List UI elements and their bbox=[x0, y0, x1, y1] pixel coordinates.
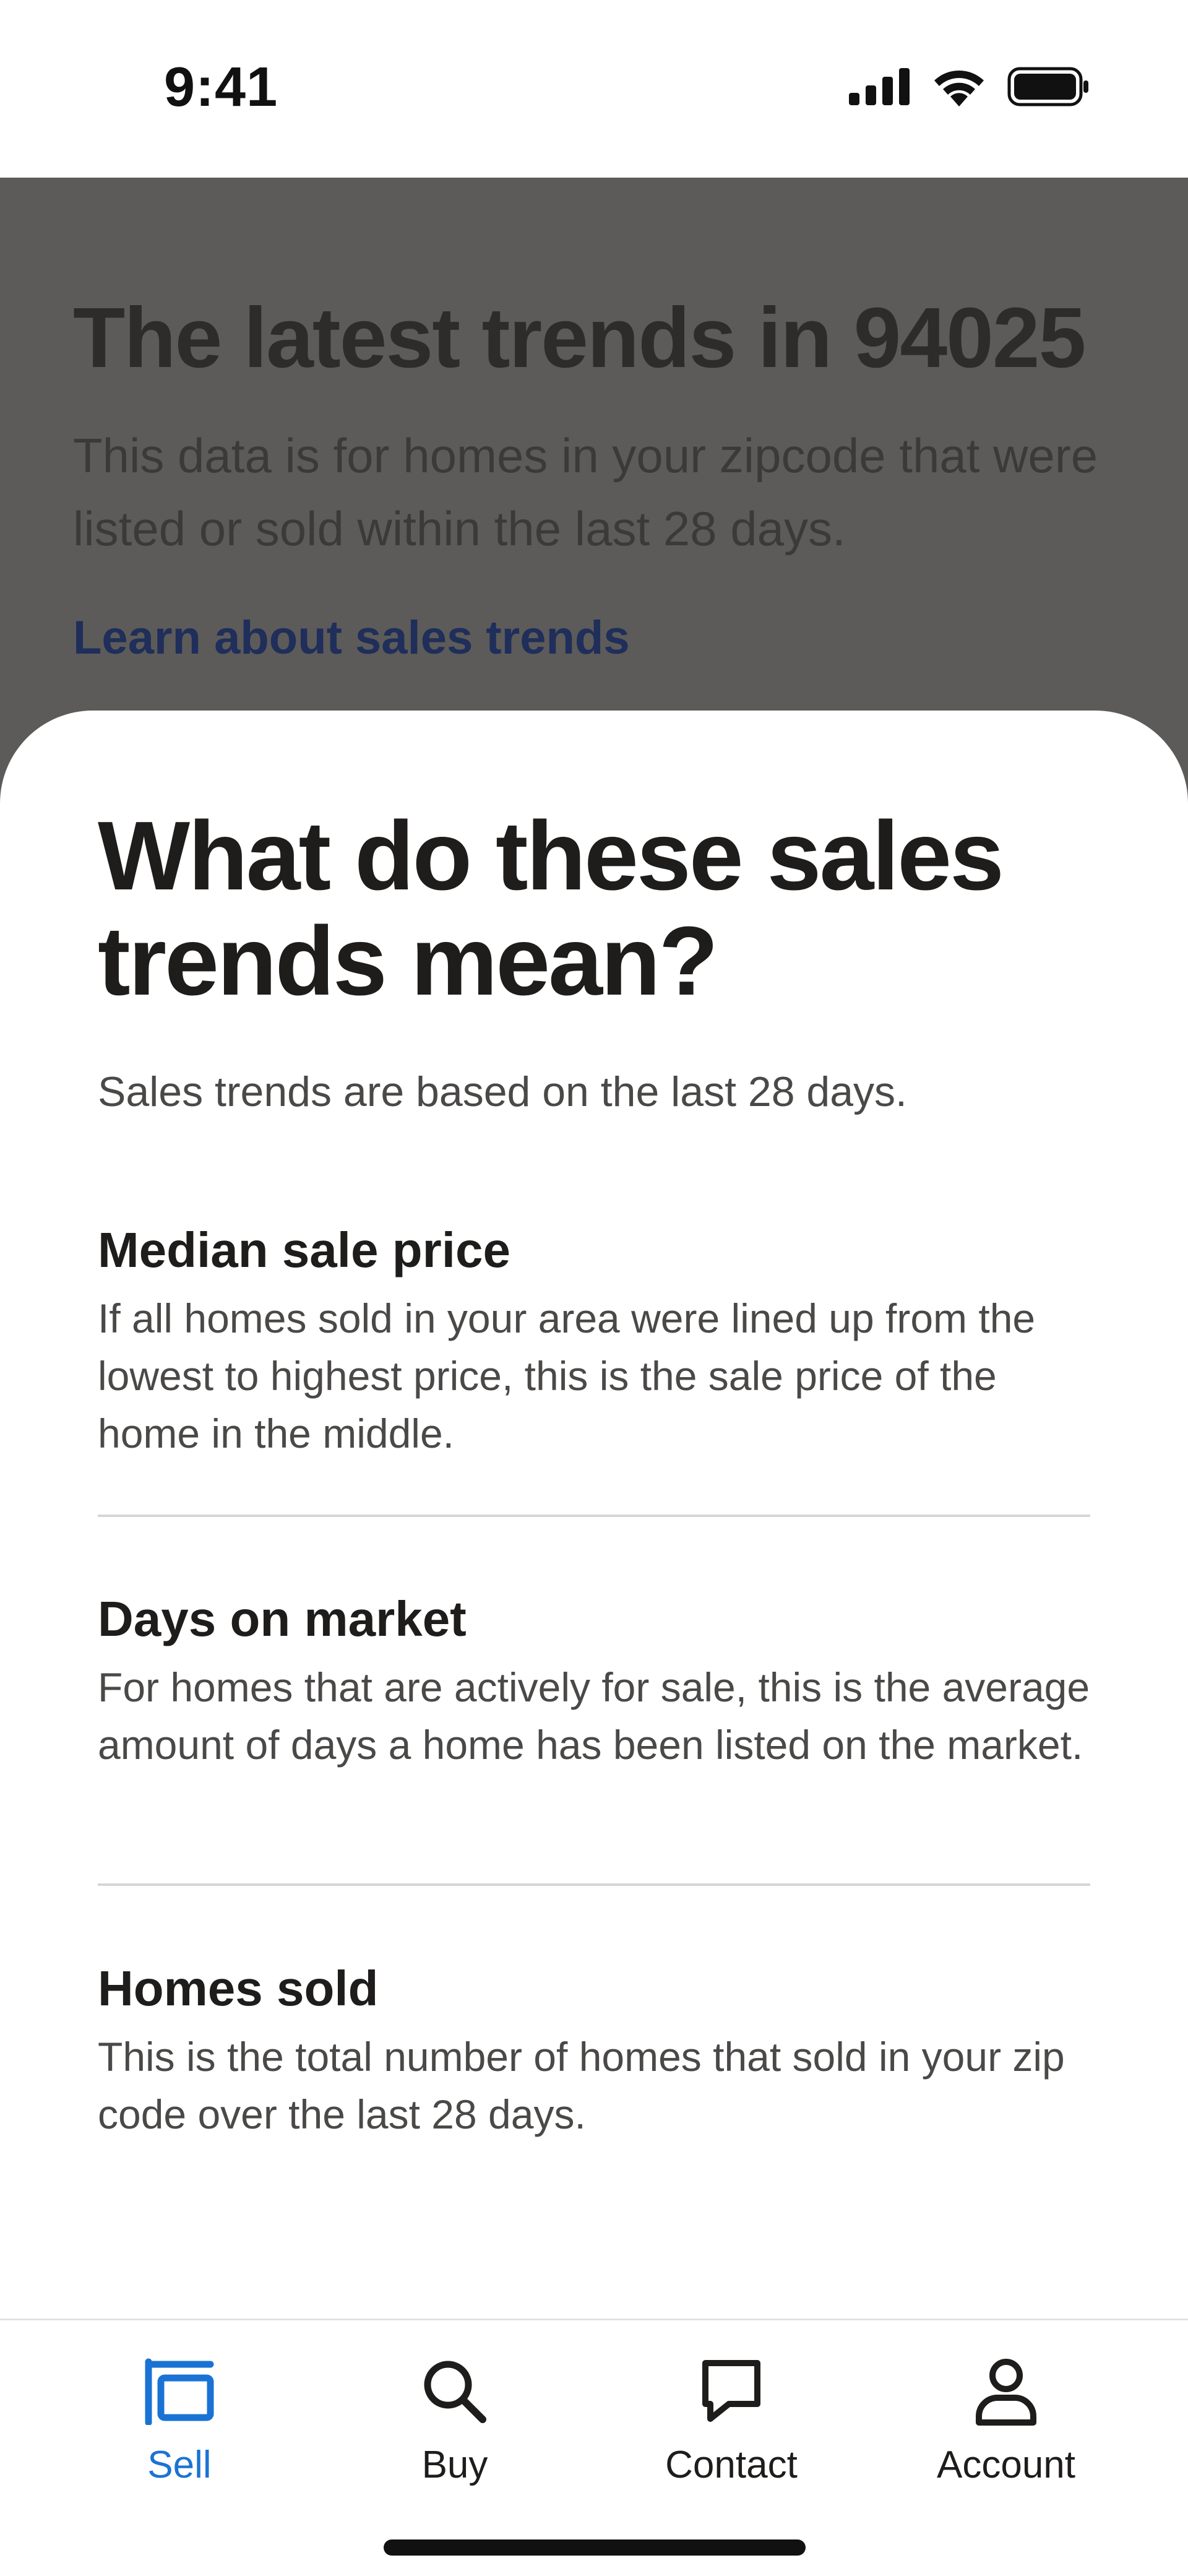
section-body: This is the total number of homes that s… bbox=[98, 2034, 1065, 2137]
status-bar: 9:41 bbox=[0, 0, 1188, 178]
section-title: Days on market bbox=[98, 1591, 467, 1646]
status-time: 9:41 bbox=[164, 56, 278, 118]
learn-sales-trends-link[interactable]: Learn about sales trends bbox=[73, 611, 630, 665]
divider bbox=[98, 1883, 1090, 1886]
sales-trends-sheet: What do these sales trends mean? Sales t… bbox=[0, 711, 1188, 2319]
section-days-on-market: Days on market For homes that are active… bbox=[98, 1588, 1090, 1774]
status-icons bbox=[849, 65, 1089, 108]
background-title: The latest trends in 94025 bbox=[73, 290, 1086, 386]
person-icon bbox=[974, 2351, 1038, 2432]
background-description: This data is for homes in your zipcode t… bbox=[73, 428, 1098, 556]
tab-contact[interactable]: Contact bbox=[595, 2320, 867, 2506]
tab-label: Buy bbox=[421, 2444, 488, 2486]
section-homes-sold: Homes sold This is the total number of h… bbox=[98, 1958, 1090, 2143]
section-median-sale-price: Median sale price If all homes sold in y… bbox=[98, 1219, 1090, 1463]
cellular-signal-icon bbox=[849, 68, 910, 105]
section-body: If all homes sold in your area were line… bbox=[98, 1295, 1036, 1456]
tab-label: Contact bbox=[665, 2444, 798, 2486]
divider bbox=[98, 1515, 1090, 1517]
battery-icon bbox=[1007, 67, 1088, 106]
sell-icon bbox=[144, 2351, 215, 2432]
search-icon bbox=[421, 2351, 489, 2432]
tab-label: Account bbox=[936, 2444, 1076, 2486]
section-title: Homes sold bbox=[98, 1961, 379, 2016]
tab-buy[interactable]: Buy bbox=[319, 2320, 591, 2506]
tab-account[interactable]: Account bbox=[870, 2320, 1142, 2506]
chat-icon bbox=[699, 2351, 764, 2432]
section-title: Median sale price bbox=[98, 1222, 510, 1277]
sheet-title: What do these sales trends mean? bbox=[98, 802, 1004, 1016]
tab-bar: Sell Buy Contact Account bbox=[0, 2319, 1188, 2576]
sheet-subtitle: Sales trends are based on the last 28 da… bbox=[98, 1068, 907, 1115]
tab-label: Sell bbox=[147, 2444, 212, 2486]
wifi-icon bbox=[934, 71, 984, 106]
home-indicator[interactable] bbox=[384, 2539, 806, 2556]
section-body: For homes that are actively for sale, th… bbox=[98, 1664, 1090, 1768]
tab-sell[interactable]: Sell bbox=[43, 2320, 316, 2506]
